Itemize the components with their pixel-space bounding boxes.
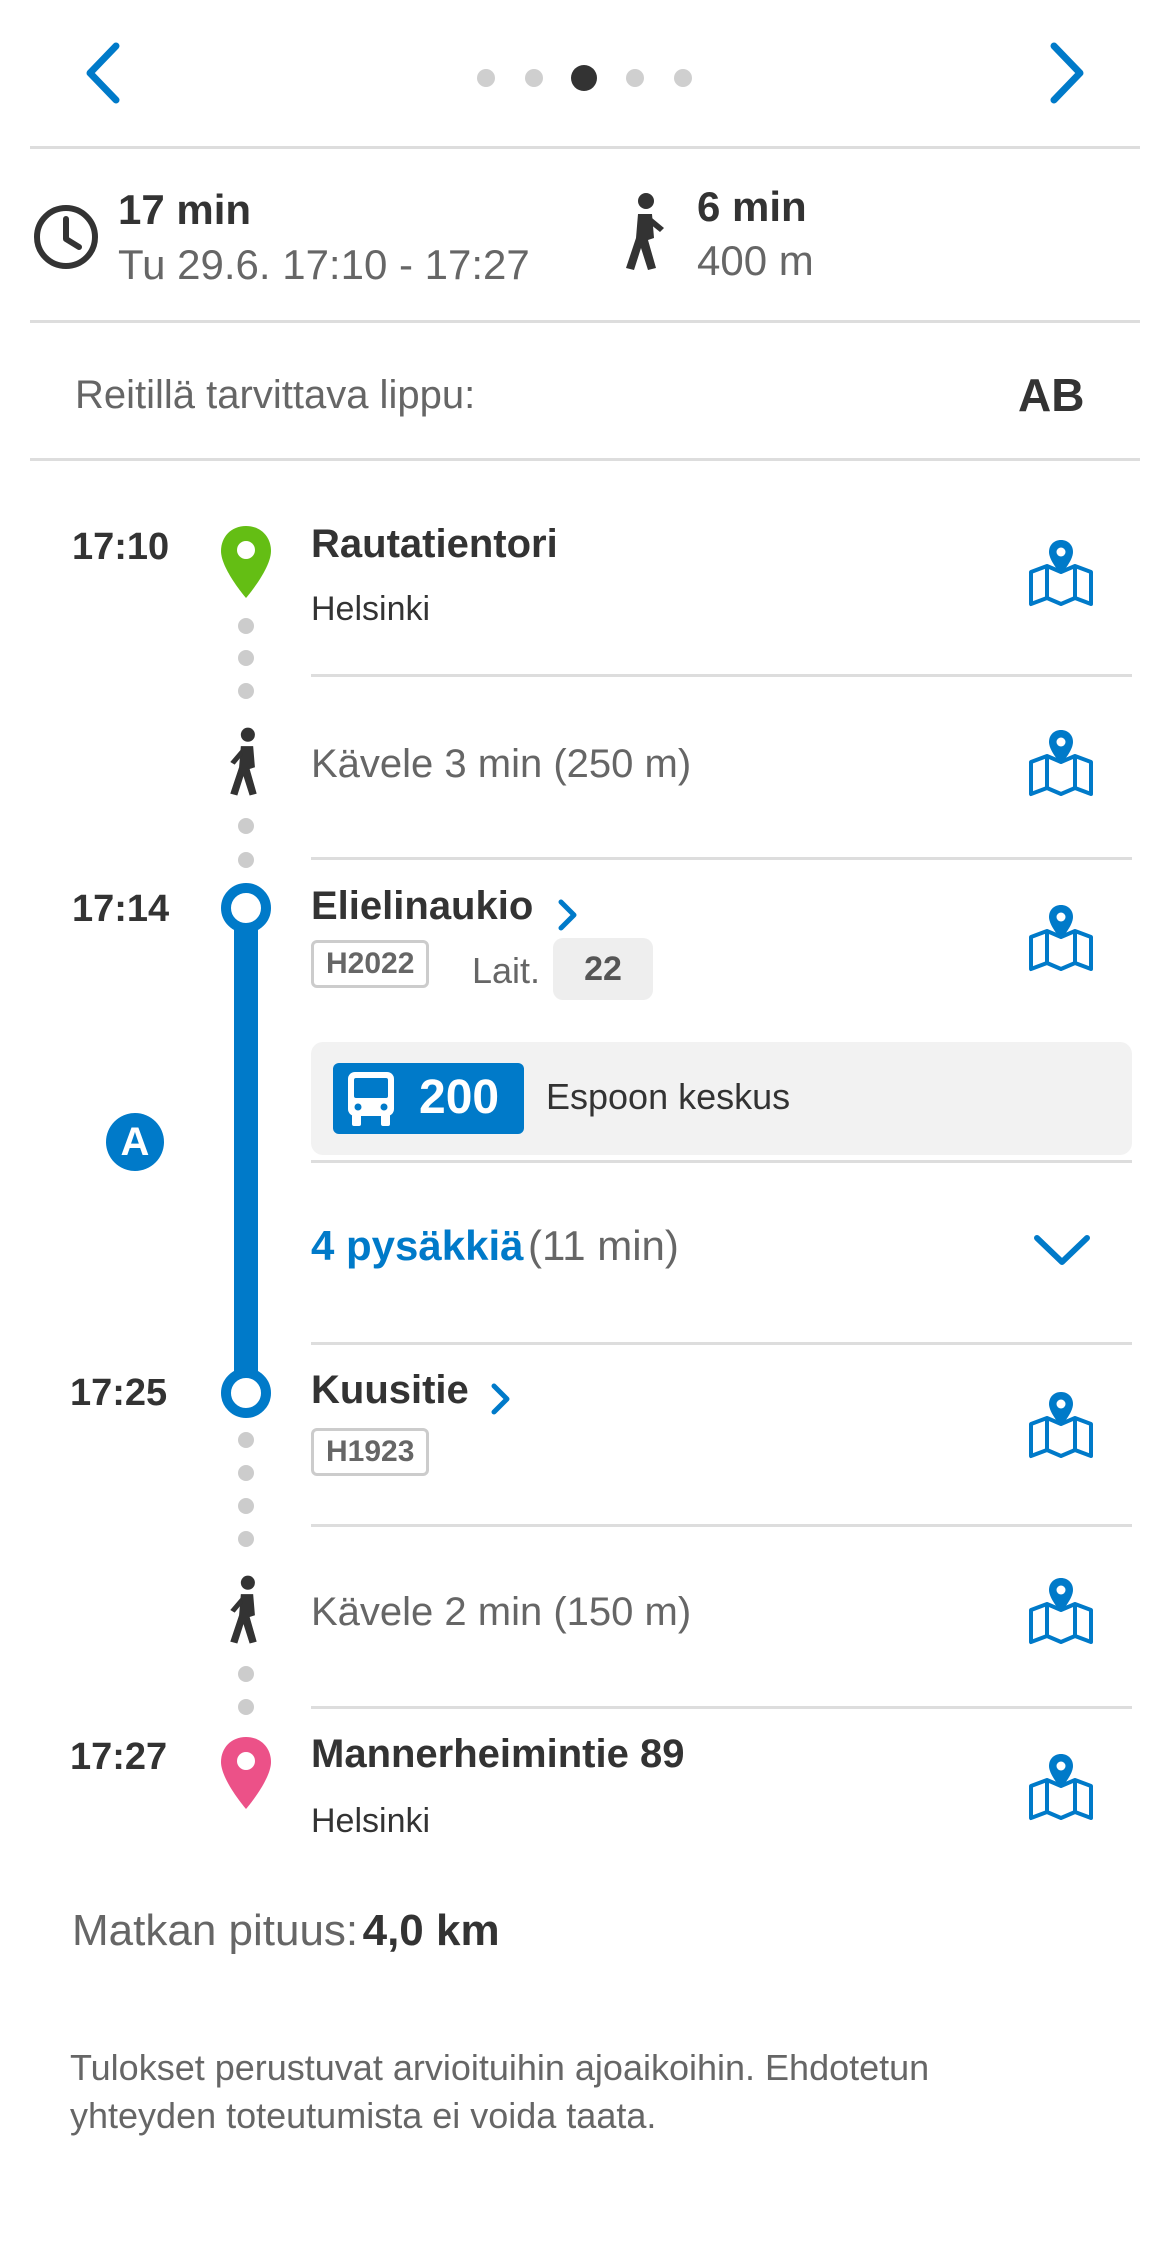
alighting-time: 17:25 [70,1372,168,1414]
bus-icon [348,1072,394,1126]
chevron-right-icon [558,899,577,931]
next-itinerary-button[interactable] [1040,38,1090,108]
walk-path-dot [238,852,254,868]
intermediate-stops-count: 4 pysäkkiä [311,1222,524,1269]
map-icon [1029,730,1093,796]
walk-path-dot [238,618,254,634]
boarding-stop-map-button[interactable] [1025,903,1097,973]
chevron-left-icon [86,42,120,104]
map-icon [1029,1392,1093,1458]
trip-length: Matkan pituus: 4,0 km [72,1906,500,1956]
pager-dot[interactable] [674,69,692,87]
walk-duration: 6 min [697,183,807,230]
divider [311,1342,1132,1345]
origin-time: 17:10 [72,526,170,568]
walk-path-dot [238,1465,254,1481]
headsign: Espoon keskus [546,1076,791,1117]
origin-pin-icon [219,524,273,605]
alighting-stop-link[interactable]: Kuusitie [311,1368,513,1424]
intermediate-stops-toggle[interactable]: 4 pysäkkiä (11 min) [311,1222,1132,1282]
previous-itinerary-button[interactable] [80,38,130,108]
destination-name: Mannerheimintie 89 [311,1732,685,1776]
walk-path-dot [238,818,254,834]
route-info-box[interactable]: 200 Espoon keskus [311,1042,1132,1155]
origin-city: Helsinki [311,590,431,628]
walk-path-dot [238,683,254,699]
intermediate-stops-duration: (11 min) [527,1222,679,1269]
walking-person-icon [225,1574,269,1651]
alighting-stop-marker [221,1368,271,1418]
boarding-stop-name: Elielinaukio [311,884,534,928]
trip-length-label: Matkan pituus: [72,1906,359,1955]
origin-map-button[interactable] [1025,538,1097,608]
itinerary-pager [470,60,700,100]
divider [311,1524,1132,1527]
walk-path-dot [238,1432,254,1448]
map-icon [1029,1578,1093,1644]
divider [311,674,1132,677]
divider [30,320,1140,323]
walk-leg-map-button[interactable] [1025,728,1097,798]
alighting-stop-code: H1923 [311,1428,430,1476]
walking-person-icon [225,726,269,803]
pager-dot[interactable] [626,69,644,87]
platform-label: Lait. [472,950,541,991]
clock-icon [32,203,100,276]
map-icon [1029,540,1093,606]
walk-path-dot [238,1699,254,1715]
divider [311,857,1132,860]
walk-leg-text: Kävele 2 min (150 m) [311,1590,692,1634]
boarding-time: 17:14 [72,888,170,930]
boarding-stop-marker [221,883,271,933]
chevron-right-icon [491,1383,510,1415]
divider [311,1160,1132,1163]
divider [311,1706,1132,1709]
pager-dot-active[interactable] [571,65,597,91]
boarding-stop-link[interactable]: Elielinaukio [311,884,580,940]
destination-map-button[interactable] [1025,1752,1097,1822]
destination-city: Helsinki [311,1802,431,1840]
trip-length-value: 4,0 km [362,1906,500,1955]
destination-time: 17:27 [70,1736,168,1778]
ticket-label: Reitillä tarvittava lippu: [75,373,476,417]
walk-leg-map-button[interactable] [1025,1576,1097,1646]
alighting-stop-map-button[interactable] [1025,1390,1097,1460]
divider [30,458,1140,461]
alighting-stop-name: Kuusitie [311,1368,469,1412]
walk-leg-text: Kävele 3 min (250 m) [311,742,692,786]
divider [30,146,1140,149]
bus-leg-line [234,905,258,1390]
trip-duration: 17 min [118,186,252,233]
destination-pin-icon [219,1735,273,1816]
walking-person-icon [620,192,670,277]
disclaimer: Tulokset perustuvat arvioituihin ajoaiko… [70,2047,930,2136]
walk-distance: 400 m [697,237,814,284]
origin-name: Rautatientori [311,522,558,566]
boarding-stop-code: H2022 [311,940,430,988]
walk-path-dot [238,1498,254,1514]
ticket-zones: AB [1018,369,1085,421]
pager-dot[interactable] [525,69,543,87]
pager-dot[interactable] [477,69,495,87]
walk-path-dot [238,1531,254,1547]
chevron-right-icon [1050,42,1084,104]
chevron-down-icon [1034,1235,1090,1265]
trip-date-time: Tu 29.6. 17:10 - 17:27 [118,241,530,288]
zone-badge: A [106,1113,164,1171]
walk-path-dot [238,1666,254,1682]
map-icon [1029,905,1093,971]
line-number: 200 [419,1071,500,1124]
platform-number: 22 [553,938,653,1000]
line-badge: 200 [333,1063,524,1134]
walk-path-dot [238,650,254,666]
map-icon [1029,1754,1093,1820]
